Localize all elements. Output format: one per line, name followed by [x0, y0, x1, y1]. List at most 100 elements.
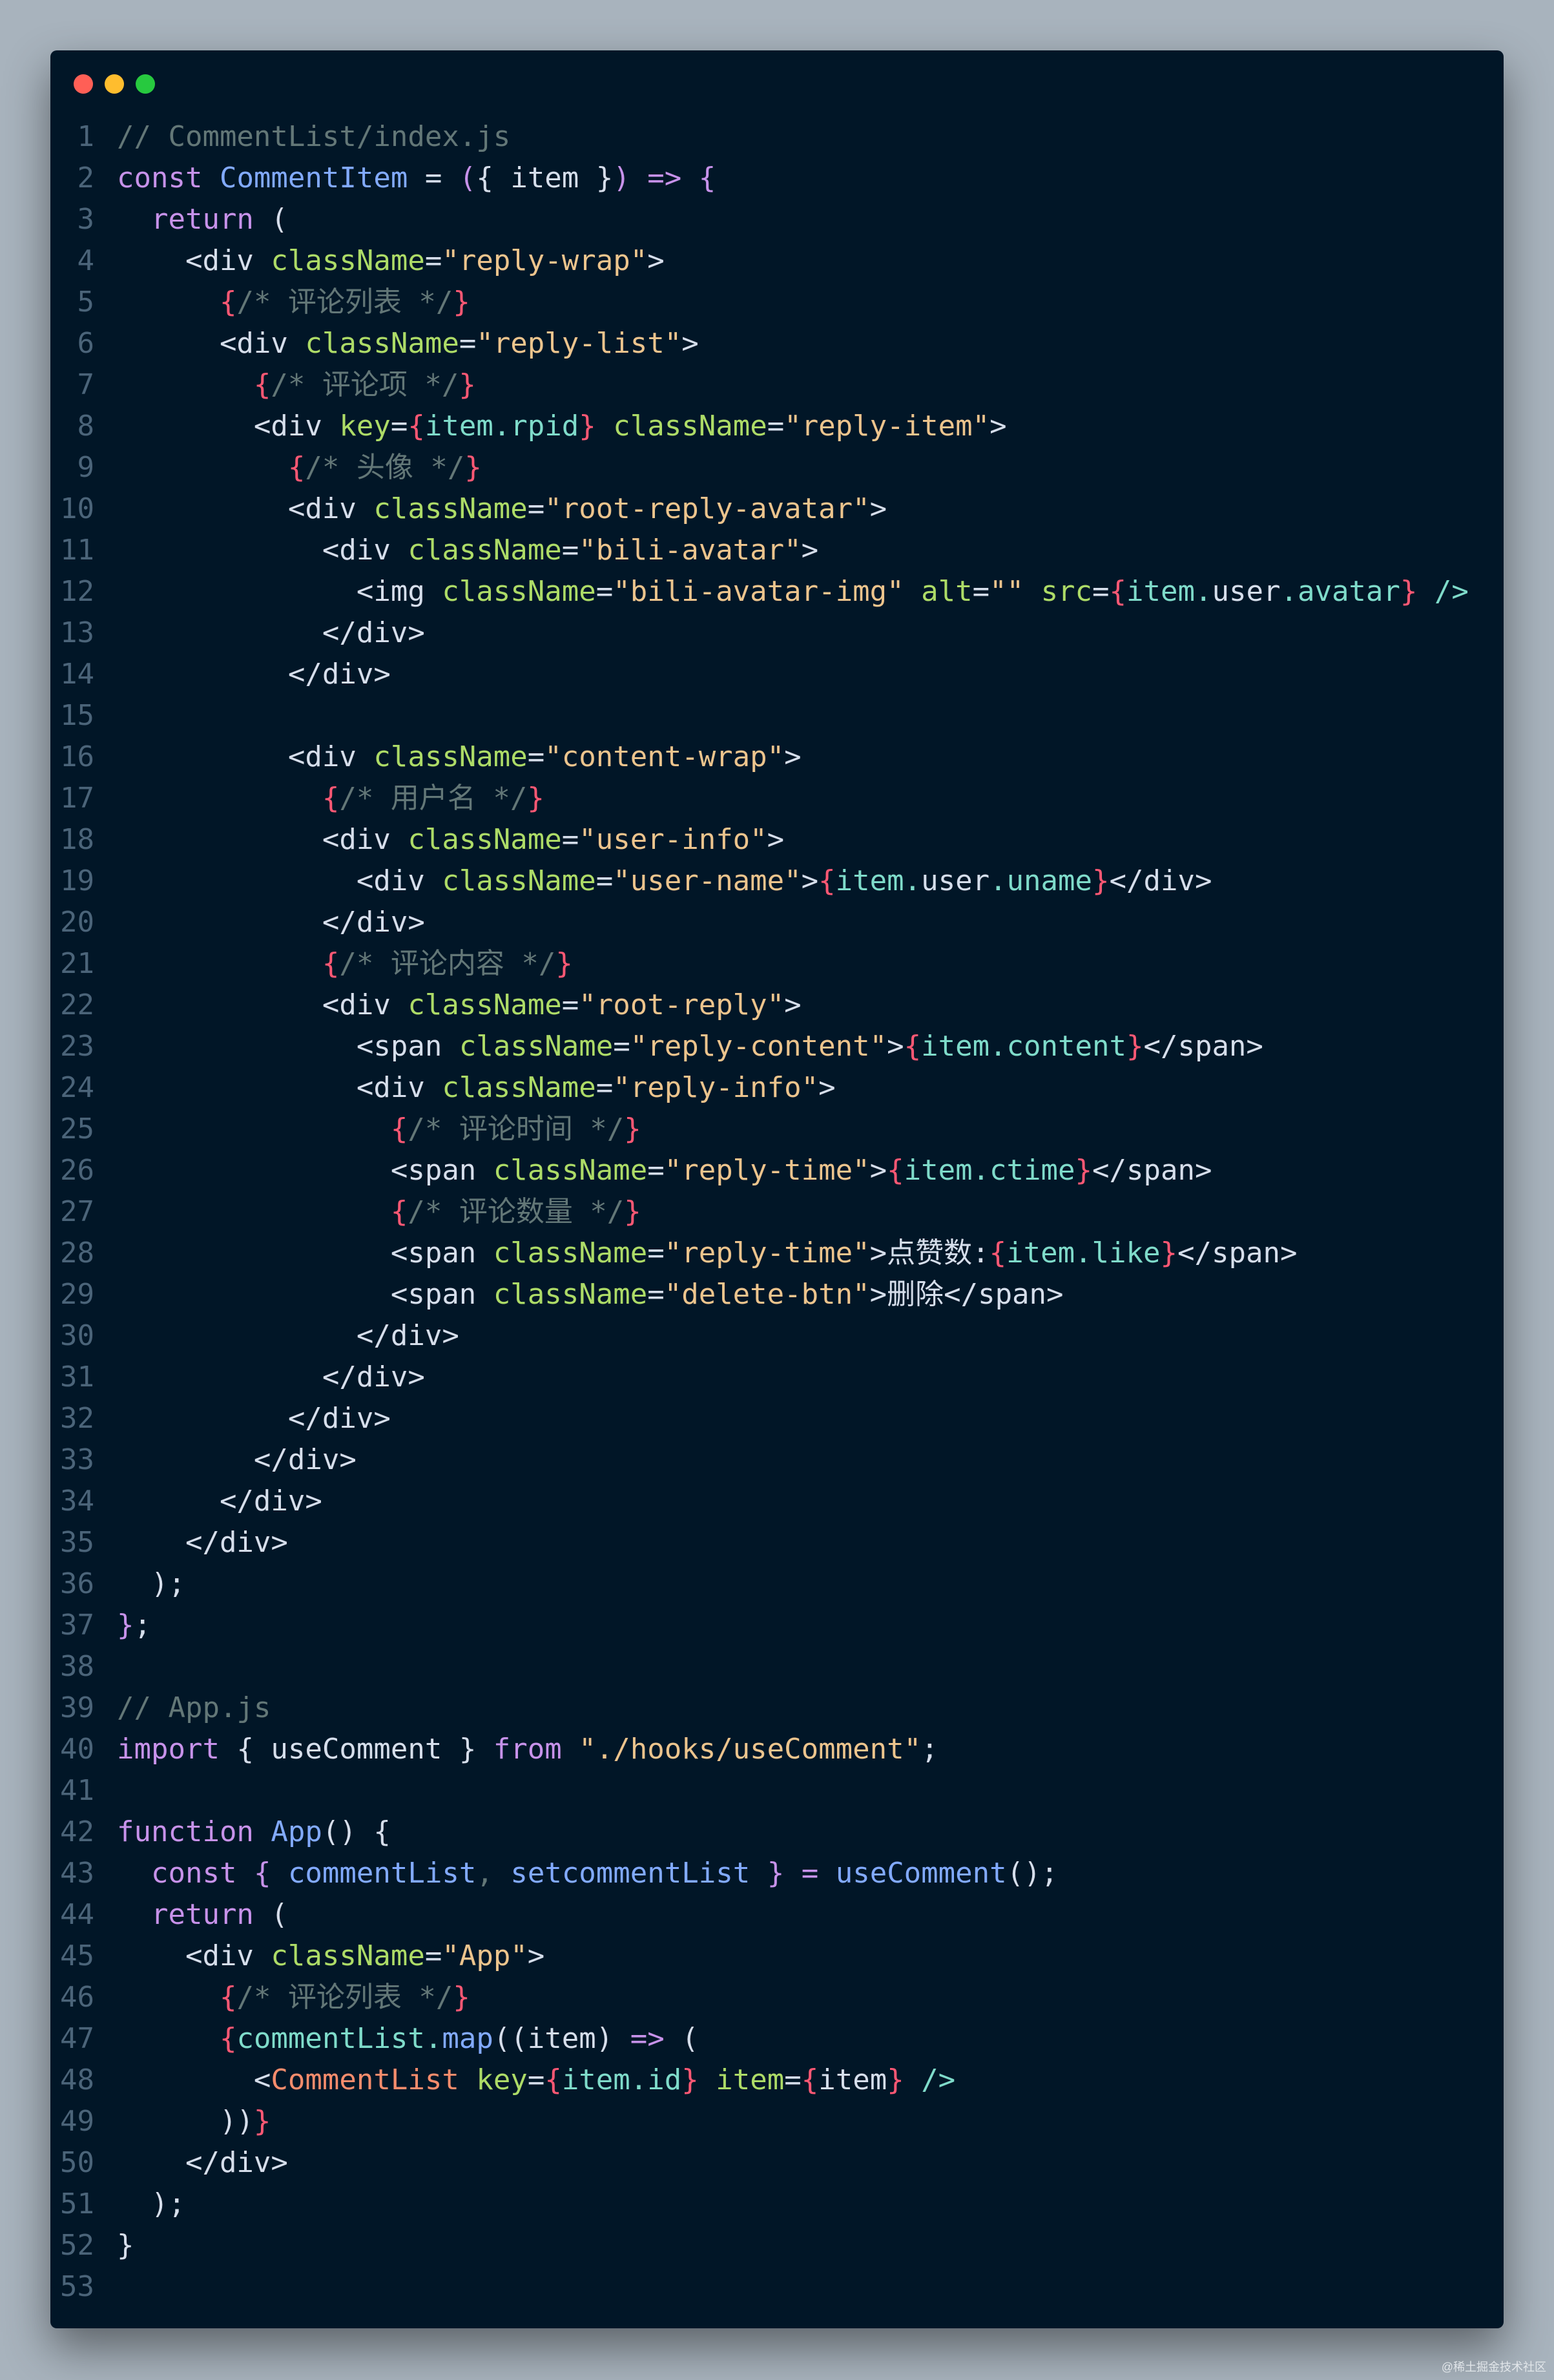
code-line: 23 <span className="reply-content">{item…: [50, 1026, 1504, 1067]
code-token: =: [527, 740, 545, 773]
code-token: <div: [117, 823, 408, 856]
code-token: </div>: [117, 658, 391, 691]
line-text: {/* 评论数量 */}: [117, 1191, 641, 1233]
code-token: </div>: [117, 1526, 288, 1559]
line-number: 24: [60, 1071, 94, 1104]
code-token: App: [271, 1815, 322, 1848]
code-token: /* 评论列表 */: [236, 1981, 453, 2014]
code-token: >: [681, 327, 699, 360]
line-number: 42: [60, 1815, 94, 1848]
code-token: >: [527, 1939, 545, 1972]
code-token: "reply-list": [476, 327, 682, 360]
line-text: {/* 评论列表 */}: [117, 1977, 470, 2018]
line-text: <div className="user-name">{item.user.un…: [117, 861, 1212, 902]
code-token: item.ctime: [904, 1154, 1075, 1187]
line-text: </div>: [117, 1522, 288, 1563]
code-token: />: [921, 2063, 956, 2096]
line-number: 1: [77, 120, 95, 153]
line-number: 16: [60, 740, 94, 773]
code-token: /* 评论时间 */: [408, 1112, 625, 1145]
line-number: 22: [60, 988, 94, 1021]
line-text: <div className="App">: [117, 1936, 544, 1977]
code-line: 37};: [50, 1605, 1504, 1646]
code-line: 1 // CommentList/index.js: [50, 116, 1504, 158]
code-line: 2 const CommentItem = ({ item }) => {: [50, 158, 1504, 199]
line-text: </div>: [117, 1439, 357, 1481]
line-text: <div className="reply-list">: [117, 323, 699, 364]
code-token: (: [253, 1898, 288, 1931]
code-token: <span: [117, 1278, 493, 1311]
code-token: useComment: [835, 1857, 1007, 1890]
code-token: className: [373, 492, 528, 525]
code-token: CommentList: [271, 2063, 459, 2096]
code-token: {: [989, 1237, 1007, 1269]
code-token: </div>: [117, 2146, 288, 2179]
code-token: {: [322, 782, 340, 815]
code-token: item.: [835, 864, 922, 897]
code-token: }: [767, 1857, 785, 1890]
line-text: <span className="reply-content">{item.co…: [117, 1026, 1263, 1067]
close-button[interactable]: [74, 74, 93, 94]
code-token: { useComment }: [219, 1733, 493, 1766]
line-text: <div className="reply-wrap">: [117, 240, 665, 282]
code-token: return: [150, 203, 254, 236]
code-line: 13 </div>: [50, 612, 1504, 654]
code-token: {: [219, 1981, 237, 2014]
line-number: 20: [60, 906, 94, 939]
line-number: 14: [60, 658, 94, 691]
line-text: </div>: [117, 2142, 288, 2184]
code-token: {: [887, 1154, 904, 1187]
minimize-button[interactable]: [105, 74, 124, 94]
line-text: <span className="reply-time">点赞数:{item.l…: [117, 1233, 1298, 1274]
line-text: </div>: [117, 1315, 459, 1357]
code-line: 44 return (: [50, 1894, 1504, 1936]
line-number: 5: [77, 286, 95, 318]
code-token: }: [117, 2229, 134, 2262]
code-line: 15: [50, 695, 1504, 736]
line-text: return (: [117, 1894, 288, 1936]
code-token: (: [664, 2022, 699, 2055]
line-text: {commentList.map((item) => (: [117, 2018, 699, 2060]
line-number: 3: [77, 203, 95, 236]
code-token: =: [647, 1278, 665, 1311]
code-line: 38: [50, 1646, 1504, 1687]
code-token: "./hooks/useComment": [579, 1733, 922, 1766]
code-token: className: [408, 823, 562, 856]
code-token: ;: [921, 1733, 938, 1766]
code-line: 26 <span className="reply-time">{item.ct…: [50, 1150, 1504, 1191]
code-line: 53: [50, 2266, 1504, 2308]
line-number: 23: [60, 1030, 94, 1063]
code-token: }: [527, 782, 544, 815]
code-token: <div: [117, 1071, 442, 1104]
code-line: 3 return (: [50, 199, 1504, 240]
line-text: </div>: [117, 902, 425, 943]
code-token: // App.js: [117, 1691, 271, 1724]
code-token: }: [1075, 1154, 1093, 1187]
code-line: 22 <div className="root-reply">: [50, 985, 1504, 1026]
code-token: () {: [322, 1815, 391, 1848]
code-token: item.id: [561, 2063, 682, 2096]
line-number: 6: [77, 327, 95, 360]
code-line: 5 {/* 评论列表 */}: [50, 282, 1504, 323]
line-number: 41: [60, 1774, 94, 1807]
code-token: <div: [117, 410, 340, 443]
zoom-button[interactable]: [136, 74, 155, 94]
code-token: </div>: [117, 1485, 322, 1518]
code-token: >: [989, 410, 1007, 443]
code-token: ,: [476, 1857, 493, 1890]
line-text: import { useComment } from "./hooks/useC…: [117, 1729, 938, 1770]
code-token: =: [1092, 575, 1110, 608]
code-token: =: [390, 410, 408, 443]
code-token: =>: [647, 162, 682, 194]
code-token: }: [887, 2063, 904, 2096]
